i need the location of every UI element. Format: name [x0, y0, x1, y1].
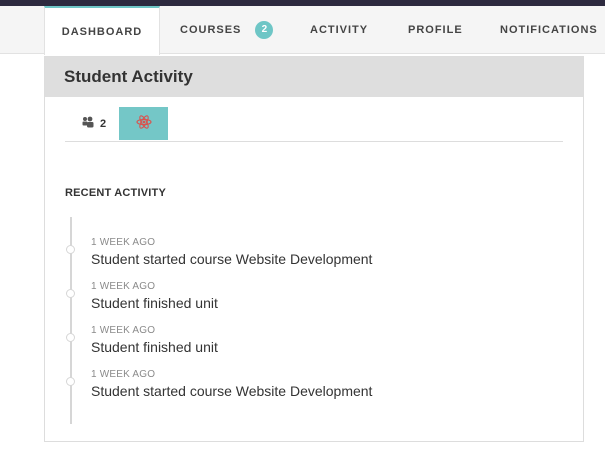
- activity-item: 1 WEEK AGO Student finished unit: [65, 325, 565, 365]
- activity-time: 1 WEEK AGO: [91, 237, 156, 248]
- subtab-atom[interactable]: [119, 107, 168, 140]
- panel-subtabs: 2: [65, 107, 563, 142]
- tab-dashboard-label: DASHBOARD: [61, 25, 143, 38]
- tab-notifications-label: NOTIFICATIONS: [500, 24, 598, 36]
- tab-profile-label: PROFILE: [408, 24, 463, 36]
- atom-icon: [135, 114, 152, 133]
- tab-dashboard[interactable]: DASHBOARD: [44, 6, 160, 55]
- users-icon: [82, 116, 95, 131]
- subtab-users[interactable]: 2: [78, 107, 110, 140]
- activity-item: 1 WEEK AGO Student started course Websit…: [65, 237, 565, 277]
- panel-title: Student Activity: [64, 67, 193, 86]
- tab-profile[interactable]: PROFILE: [408, 6, 463, 54]
- timeline-dot: [66, 245, 75, 254]
- courses-count-badge: 2: [255, 21, 274, 39]
- main-nav: DASHBOARD COURSES 2 ACTIVITY PROFILE NOT…: [0, 6, 605, 55]
- timeline-dot: [66, 333, 75, 342]
- tab-courses[interactable]: COURSES 2: [180, 6, 274, 54]
- activity-time: 1 WEEK AGO: [91, 281, 156, 292]
- tab-activity-label: ACTIVITY: [310, 24, 369, 36]
- activity-time: 1 WEEK AGO: [91, 325, 156, 336]
- activity-time: 1 WEEK AGO: [91, 369, 156, 380]
- tab-activity[interactable]: ACTIVITY: [310, 6, 368, 54]
- activity-text: Student started course Website Developme…: [91, 251, 373, 267]
- users-count: 2: [99, 117, 107, 130]
- timeline-dot: [66, 377, 75, 386]
- tab-notifications[interactable]: NOTIFICATIONS: [500, 6, 598, 54]
- activity-item: 1 WEEK AGO Student started course Websit…: [65, 369, 565, 409]
- tab-courses-label: COURSES: [180, 24, 242, 36]
- activity-text: Student finished unit: [91, 339, 218, 355]
- activity-text: Student finished unit: [91, 295, 218, 311]
- activity-text: Student started course Website Developme…: [91, 383, 373, 399]
- recent-activity-heading: RECENT ACTIVITY: [65, 187, 166, 199]
- panel-header: Student Activity: [45, 57, 583, 97]
- activity-item: 1 WEEK AGO Student finished unit: [65, 281, 565, 321]
- student-activity-panel: Student Activity 2 RECENT ACTIVITY 1 WEE…: [44, 56, 584, 442]
- timeline-dot: [66, 289, 75, 298]
